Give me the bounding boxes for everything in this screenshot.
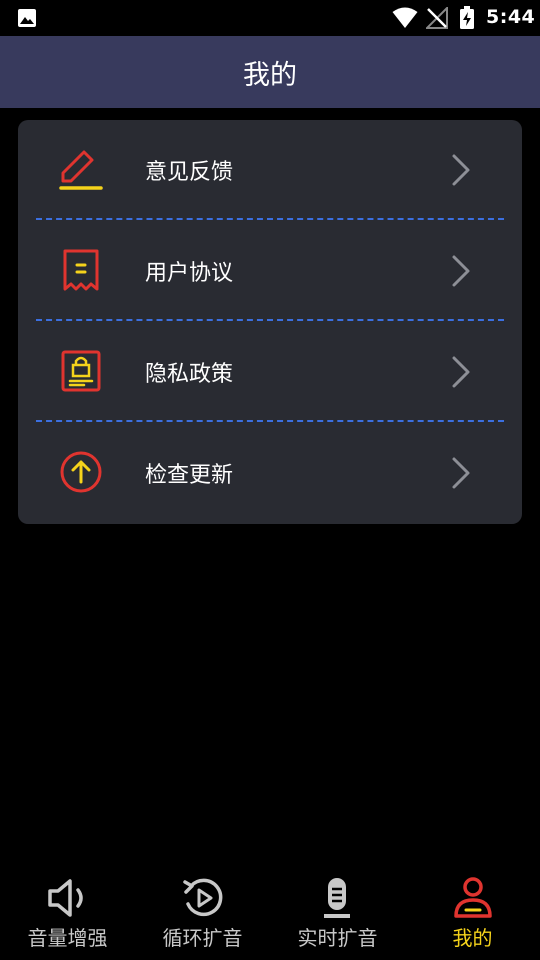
menu-item-label: 用户协议 <box>145 261 234 286</box>
menu-item-user-agreement[interactable]: 用户协议 <box>18 221 522 322</box>
chevron-right-icon <box>452 356 470 388</box>
menu-item-label: 隐私政策 <box>145 362 234 387</box>
divider <box>36 319 504 321</box>
tab-my-profile[interactable]: 我的 <box>405 864 540 960</box>
status-bar: 5:44 <box>0 0 540 36</box>
app-bar: 我的 <box>0 36 540 108</box>
edit-pencil-icon <box>59 150 103 190</box>
menu-item-privacy-policy[interactable]: 隐私政策 <box>18 322 522 423</box>
chevron-right-icon <box>452 154 470 186</box>
bottom-navigation: 音量增强 循环扩音 实时扩音 我的 <box>0 864 540 960</box>
tab-label: 我的 <box>452 926 493 950</box>
user-profile-icon <box>454 877 492 918</box>
chevron-right-icon <box>452 255 470 287</box>
document-receipt-icon <box>63 249 99 291</box>
clock-time: 5:44 <box>486 6 536 28</box>
tab-label: 循环扩音 <box>162 926 243 950</box>
wifi-icon <box>392 7 418 28</box>
divider <box>36 218 504 220</box>
menu-item-label: 意见反馈 <box>145 160 234 185</box>
loop-play-icon <box>183 878 223 917</box>
chevron-right-icon <box>452 457 470 489</box>
divider <box>36 420 504 422</box>
microphone-icon <box>324 878 350 918</box>
tab-volume-boost[interactable]: 音量增强 <box>0 864 135 960</box>
menu-item-label: 检查更新 <box>145 463 234 488</box>
tab-label: 音量增强 <box>27 926 108 950</box>
tab-realtime-amplify[interactable]: 实时扩音 <box>270 864 405 960</box>
upgrade-arrow-icon <box>60 451 102 493</box>
battery-charging-icon <box>460 6 474 29</box>
privacy-lock-icon <box>61 350 101 392</box>
tab-label: 实时扩音 <box>297 926 378 950</box>
tab-loop-amplify[interactable]: 循环扩音 <box>135 864 270 960</box>
page-title: 我的 <box>243 59 297 91</box>
menu-item-feedback[interactable]: 意见反馈 <box>18 120 522 221</box>
menu-item-check-update[interactable]: 检查更新 <box>18 423 522 524</box>
gallery-notification-icon <box>18 9 36 27</box>
no-signal-icon <box>426 7 448 29</box>
speaker-volume-icon <box>48 879 83 917</box>
settings-menu-card: 意见反馈 用户协议 隐私政策 检查更新 <box>18 120 522 524</box>
